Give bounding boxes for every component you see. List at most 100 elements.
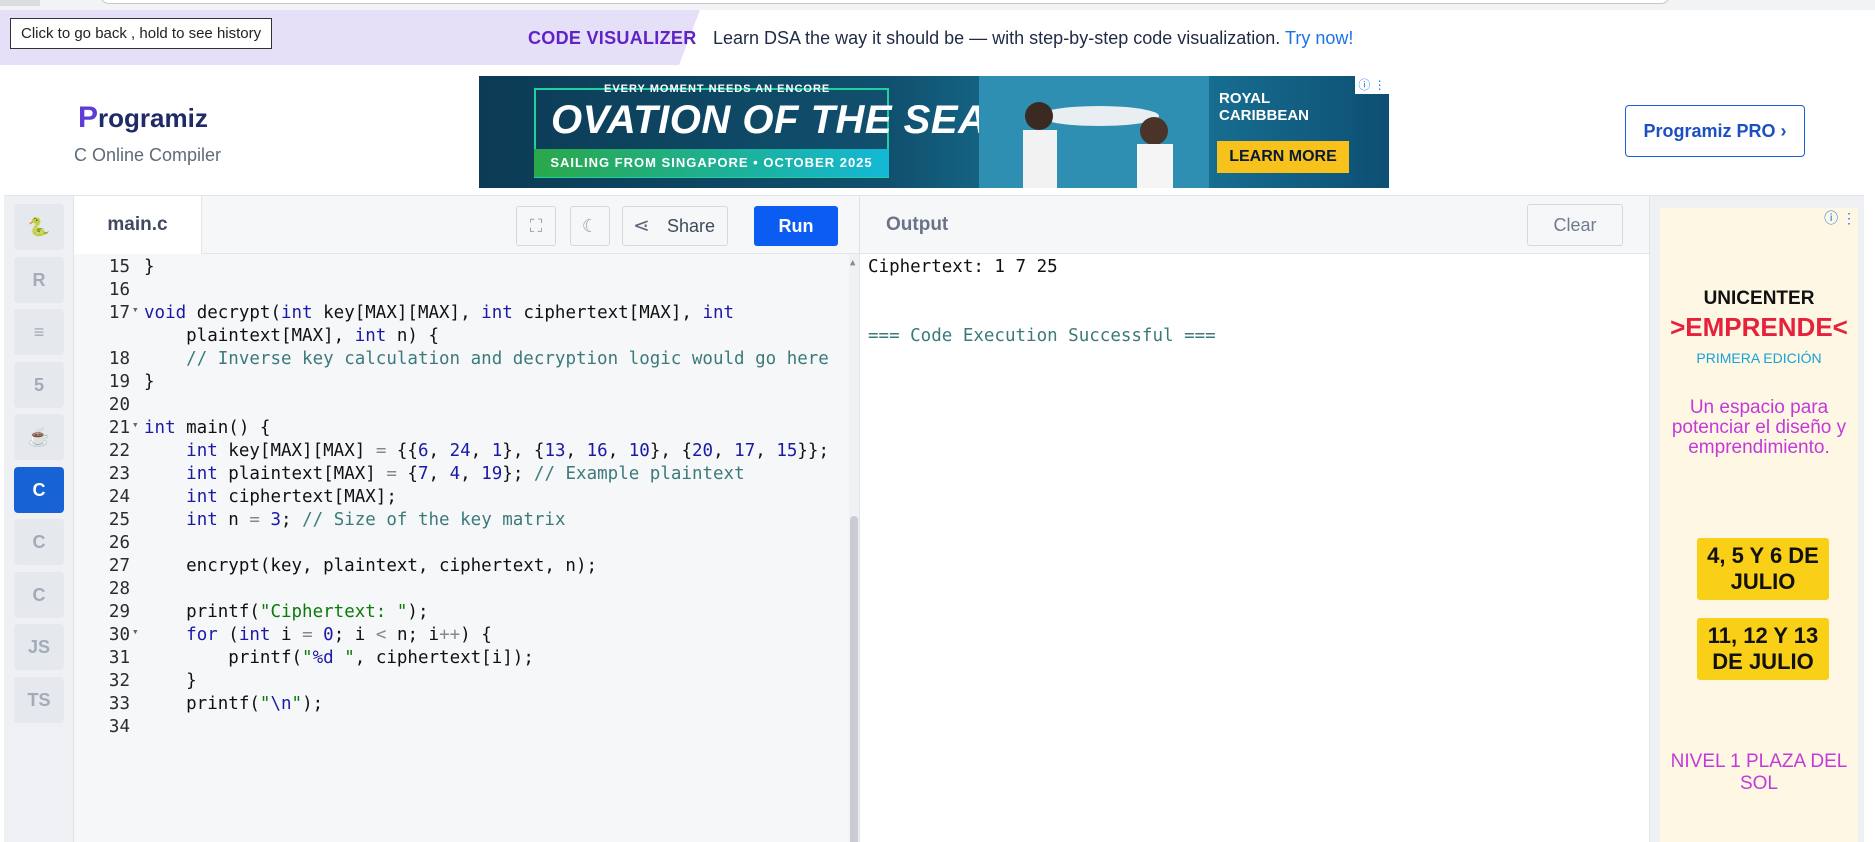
c-icon: C	[32, 479, 46, 500]
ad-info-icon[interactable]: ⓘ ⋮	[1355, 76, 1389, 94]
editor-scrollbar-thumb[interactable]	[850, 516, 858, 842]
line-number: 17	[108, 303, 130, 323]
site-header: Programiz C Online Compiler EVERY MOMENT…	[4, 65, 1864, 195]
file-tab-main-c[interactable]: main.c	[74, 196, 202, 254]
ad-learn-more-button[interactable]: LEARN MORE	[1217, 141, 1349, 173]
line-number: 20	[108, 395, 130, 415]
programiz-logo[interactable]: Programiz	[78, 101, 208, 135]
side-ad-title: UNICENTER	[1703, 288, 1815, 309]
fullscreen-icon[interactable]: ⛶	[516, 206, 556, 246]
code-text: printf("Ciphertext: ");	[144, 602, 429, 622]
javascript-icon: JS	[27, 637, 51, 657]
line-number: 16	[108, 280, 130, 300]
line-number: 32	[108, 671, 130, 691]
lang-python-button[interactable]: 🐍	[14, 204, 64, 250]
lang-r-button[interactable]: R	[14, 256, 64, 303]
code-text: }	[144, 372, 155, 392]
csharp-icon: C	[32, 584, 46, 605]
code-text: int plaintext[MAX] = {7, 4, 19}; // Exam…	[186, 464, 745, 484]
ad-headline: OVATION OF THE SEAS	[551, 98, 1015, 142]
ad-photo	[979, 76, 1209, 188]
ad-brand-line2: CARIBBEAN	[1219, 107, 1309, 124]
lang-typescript-button[interactable]: TS	[14, 676, 64, 723]
compiler-workspace: 🐍 R ≡ 5 ☕ C C C JS TS main.c ⛶ ☾ ⋖ Share Run ▲ 15…	[4, 195, 1864, 842]
back-tooltip: Click to go back , hold to see history	[10, 18, 273, 49]
side-ad-description: Un espacio para potenciar el diseño y em…	[1671, 397, 1847, 458]
code-text: // Inverse key calculation and decryptio…	[186, 349, 829, 369]
line-number: 22	[108, 441, 130, 461]
lang-html-button[interactable]: 5	[14, 361, 64, 408]
dark-mode-icon[interactable]: ☾	[570, 206, 610, 246]
cruise-ad-banner[interactable]: EVERY MOMENT NEEDS AN ENCORE OVATION OF …	[479, 76, 1389, 188]
code-text: plaintext[MAX], int n) {	[144, 326, 440, 346]
typescript-icon: TS	[27, 689, 51, 710]
code-text: void decrypt(int key[MAX][MAX], int ciph…	[144, 303, 735, 323]
side-ad-location: NIVEL 1 PLAZA DEL SOL	[1670, 751, 1848, 794]
python-icon: 🐍	[27, 217, 51, 237]
line-number: 30	[108, 625, 130, 645]
line-number: 18	[108, 349, 130, 369]
promo-try-now-link[interactable]: Try now!	[1285, 28, 1353, 48]
code-text: for (int i = 0; i < n; i++) {	[186, 625, 492, 645]
sql-icon: ≡	[33, 322, 45, 342]
line-number: 28	[108, 579, 130, 599]
language-sidebar: 🐍 R ≡ 5 ☕ C C C JS TS	[4, 196, 74, 842]
scroll-up-icon[interactable]: ▲	[850, 258, 855, 268]
line-number: 15	[108, 257, 130, 277]
code-text: }	[144, 257, 155, 277]
share-label: Share	[666, 216, 715, 236]
lang-cpp-button[interactable]: C	[14, 519, 64, 565]
line-number: 34	[108, 717, 130, 737]
clear-button[interactable]: Clear	[1527, 204, 1623, 246]
code-editor[interactable]: ▲ 15} 16 17 ▾ void decrypt(int key[MAX][MAX]…	[74, 254, 859, 842]
share-button[interactable]: ⋖ Share	[622, 206, 728, 246]
lang-javascript-button[interactable]: JS	[14, 624, 64, 670]
line-number: 21	[108, 418, 130, 438]
address-bar[interactable]	[100, 0, 1670, 4]
code-text: int n = 3; // Size of the key matrix	[186, 510, 566, 530]
run-button[interactable]: Run	[754, 206, 838, 246]
compiler-name: C Online Compiler	[74, 145, 222, 165]
logo-initial: P	[78, 101, 99, 134]
logo-text: rogramiz	[98, 103, 208, 133]
code-text: encrypt(key, plaintext, ciphertext, n);	[144, 556, 598, 576]
lang-c-button[interactable]: C	[14, 466, 64, 513]
lang-sql-button[interactable]: ≡	[14, 309, 64, 355]
line-number: 29	[108, 602, 130, 622]
promo-title: CODE VISUALIZER	[528, 28, 697, 48]
code-line[interactable]: 34	[74, 717, 844, 744]
browser-tab-stub	[0, 0, 40, 6]
side-ad-headline: >EMPRENDE<	[1670, 312, 1848, 342]
output-title: Output	[886, 214, 949, 235]
promo-banner: CODE VISUALIZER Learn DSA the way it sho…	[0, 10, 1875, 65]
lang-java-button[interactable]: ☕	[14, 414, 64, 460]
promo-text-body: Learn DSA the way it should be — with st…	[713, 28, 1281, 48]
line-number: 26	[108, 533, 130, 553]
line-number: 24	[108, 487, 130, 507]
side-ad-creative[interactable]: UNICENTER >EMPRENDE< PRIMERA EDICIÓN Un …	[1660, 208, 1858, 842]
output-console: Ciphertext: 1 7 25 === Code Execution Suc…	[859, 254, 1649, 842]
output-header: Output Clear	[859, 196, 1649, 254]
side-ad-edition: PRIMERA EDICIÓN	[1696, 350, 1822, 366]
line-number: 31	[108, 648, 130, 668]
line-number: 27	[108, 556, 130, 576]
line-number: 25	[108, 510, 130, 530]
lang-csharp-button[interactable]: C	[14, 571, 64, 618]
java-icon: ☕	[27, 427, 51, 447]
fold-arrow-icon[interactable]: ▾	[132, 625, 139, 638]
code-text: }	[144, 671, 197, 691]
html-icon: 5	[33, 374, 44, 395]
programiz-pro-button[interactable]: Programiz PRO ›	[1625, 105, 1805, 157]
code-text: printf("\n");	[144, 694, 324, 714]
side-ad-date1: 4, 5 Y 6 DE JULIO	[1697, 538, 1829, 600]
side-ad-date2: 11, 12 Y 13 DE JULIO	[1697, 618, 1829, 680]
code-text: printf("%d ", ciphertext[i]);	[144, 648, 534, 668]
fold-arrow-icon[interactable]: ▾	[132, 418, 139, 431]
side-ad-info-icon[interactable]: ⓘ ⋮	[1824, 208, 1856, 228]
output-line: === Code Execution Successful ===	[868, 326, 1216, 346]
ad-brand: ROYAL CARIBBEAN	[1219, 90, 1309, 124]
ad-subline: SAILING FROM SINGAPORE • OCTOBER 2025	[534, 149, 889, 177]
line-number: 33	[108, 694, 130, 714]
line-number: 23	[108, 464, 130, 484]
fold-arrow-icon[interactable]: ▾	[132, 303, 139, 316]
